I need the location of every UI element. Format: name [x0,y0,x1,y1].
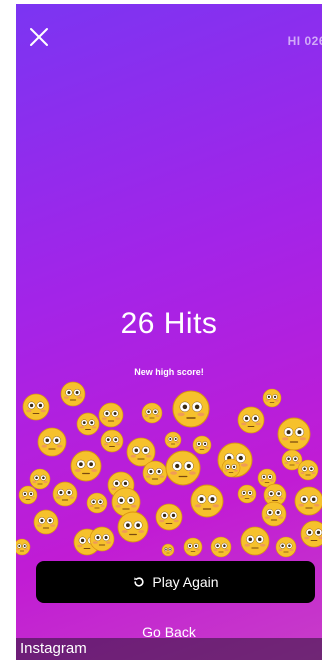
flushed-face-emoji [117,511,149,543]
flushed-face-emoji [89,526,115,552]
flushed-face-emoji [275,536,297,558]
flushed-face-emoji [221,458,241,478]
flushed-face-emoji [33,509,59,535]
new-high-score-label: New high score! [134,367,204,377]
game-panel: HI 026 26 Hits New high score! Play Agai… [16,4,322,660]
flushed-face-emoji [111,487,141,517]
flushed-face-emoji [142,460,168,486]
flushed-face-emoji [192,435,212,455]
flushed-face-emoji [237,484,257,504]
flushed-face-emoji [257,468,277,488]
flushed-face-emoji [237,406,265,434]
flushed-face-emoji [277,417,311,451]
flushed-face-emoji [210,536,232,558]
flushed-face-emoji [161,543,175,557]
close-icon[interactable] [28,26,50,48]
flushed-face-emoji [164,431,182,449]
play-again-button[interactable]: Play Again [36,561,315,603]
flushed-face-emoji [297,459,319,481]
flushed-face-emoji [183,537,203,557]
flushed-face-emoji [98,402,124,428]
flushed-face-emoji [261,501,287,527]
flushed-face-emoji [16,538,31,556]
flushed-face-emoji [70,450,102,482]
flushed-face-emoji [281,449,303,471]
flushed-face-emoji [107,471,135,499]
flushed-face-emoji [76,412,100,436]
flushed-face-emoji [294,486,322,516]
flushed-face-emoji [60,381,86,407]
flushed-face-emoji [141,402,163,424]
hits-count: 26 Hits [120,307,218,340]
flushed-face-emoji [172,390,210,428]
flushed-face-emoji [126,437,156,467]
flushed-face-emoji [165,450,201,486]
app-name-label: Instagram [20,640,87,657]
flushed-face-emoji [217,442,253,478]
flushed-face-emoji [240,526,270,556]
flushed-face-emoji [52,481,78,507]
flushed-face-emoji [190,484,224,518]
flushed-face-emoji [22,393,50,421]
flushed-face-emoji [100,429,124,453]
game-over-screen: HI 026 26 Hits New high score! Play Agai… [0,0,322,660]
flushed-face-emoji [37,427,67,457]
replay-icon [134,577,144,587]
flushed-face-emoji [263,483,287,507]
play-again-label: Play Again [152,574,219,590]
flushed-face-emoji [262,388,282,408]
flushed-face-emoji [155,503,183,531]
flushed-face-emoji [18,485,38,505]
flushed-face-emoji [73,528,101,556]
flushed-face-emoji [29,468,51,490]
flushed-face-emoji [300,520,322,548]
high-score-label: HI 026 [287,34,322,48]
flushed-face-emoji [86,492,108,514]
